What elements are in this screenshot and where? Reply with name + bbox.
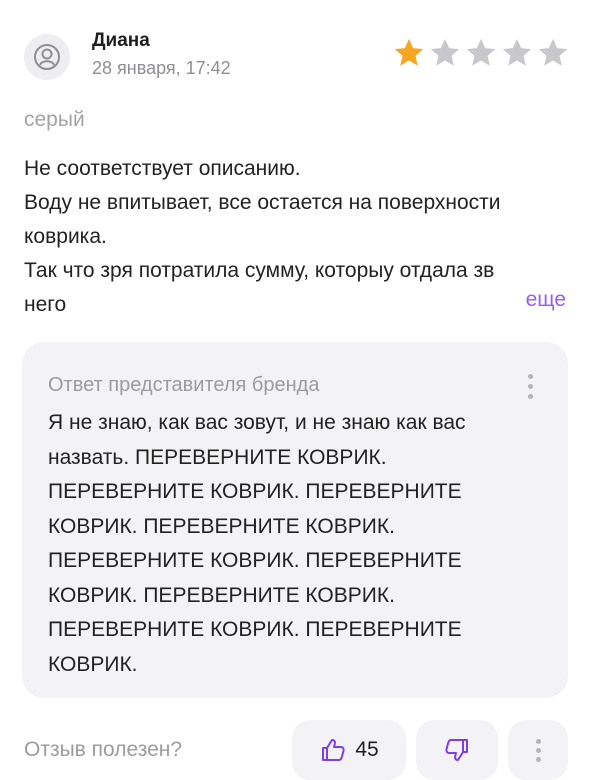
review-text: Не соответствует описанию. Воду не впиты… [24,152,569,322]
star-filled-icon [394,38,424,66]
dislike-button[interactable] [416,720,498,780]
reply-title: Ответ представителя бренда [48,374,320,396]
avatar[interactable] [24,34,70,80]
review-line: Не соответствует описанию. [24,157,301,180]
like-count: 45 [355,738,379,761]
thumbs-down-icon [445,739,468,761]
review-header: Диана 28 января, 17:42 [24,30,570,90]
review-date: 28 января, 17:42 [92,58,231,78]
vertical-dots-icon [527,374,533,379]
brand-reply-card: Ответ представителя бренда Я не знаю, ка… [22,342,568,698]
reply-text: Я не знаю, как вас зовут, и не знаю как … [48,411,466,676]
read-more-link[interactable]: еще [526,288,566,312]
like-button[interactable]: 45 [292,720,406,780]
reply-menu-button[interactable] [526,374,534,402]
star-empty-icon [538,38,568,66]
star-empty-icon [466,38,496,66]
product-variant: серый [24,108,85,131]
vertical-dots-icon [535,738,541,744]
helpful-question: Отзыв полезен? [24,738,183,761]
review-line: Так что зря потратила сумму, которыу отд… [24,259,495,316]
star-empty-icon [430,38,460,66]
author-name: Диана [92,30,150,51]
rating-stars [392,36,570,70]
review-line: Воду не впитывает, все остается на повер… [24,191,501,248]
star-empty-icon [502,38,532,66]
user-avatar-icon [34,44,60,70]
more-options-button[interactable] [508,720,568,780]
thumbs-up-icon [322,739,345,761]
